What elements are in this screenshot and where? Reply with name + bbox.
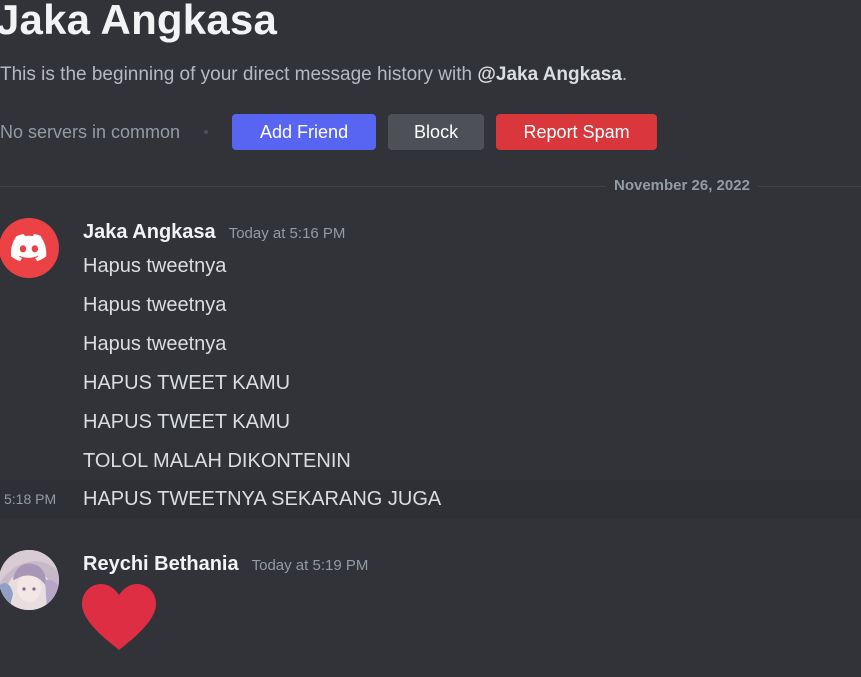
heart-icon[interactable]	[82, 584, 156, 650]
avatar[interactable]	[0, 550, 59, 610]
mutual-servers-text[interactable]: No servers in common	[0, 122, 180, 143]
date-divider-label: November 26, 2022	[606, 176, 758, 196]
message-header: Jaka Angkasa Today at 5:16 PM	[83, 221, 345, 244]
channel-title: Jaka Angkasa	[0, 0, 278, 43]
add-friend-button[interactable]: Add Friend	[232, 114, 377, 150]
message-text: Hapus tweetnya	[83, 333, 227, 355]
description-prefix: This is the beginning of your direct mes…	[0, 64, 478, 85]
message-text: HAPUS TWEETNYA SEKARANG JUGA	[83, 488, 442, 510]
message-text: HAPUS TWEET KAMU	[83, 411, 291, 433]
message-side-timestamp[interactable]: 5:18 PM	[4, 489, 56, 509]
separator-dot	[204, 130, 209, 134]
message-text: Hapus tweetnya	[83, 294, 227, 316]
message-timestamp[interactable]: Today at 5:16 PM	[229, 225, 346, 242]
anime-avatar-icon	[0, 550, 59, 610]
message-text: TOLOL MALAH DIKONTENIN	[83, 450, 351, 472]
discord-logo-icon	[11, 234, 47, 262]
block-button[interactable]: Block	[388, 114, 485, 150]
username[interactable]: Reychi Bethania	[83, 553, 239, 576]
profile-actions: No servers in common Add Friend Block Re…	[0, 114, 669, 150]
report-spam-button[interactable]: Report Spam	[496, 114, 658, 150]
message-header: Reychi Bethania Today at 5:19 PM	[83, 553, 368, 576]
description-suffix: .	[621, 64, 628, 85]
message-timestamp[interactable]: Today at 5:19 PM	[252, 557, 369, 574]
message-text: Hapus tweetnya	[83, 255, 227, 277]
dm-channel: Jaka Angkasa This is the beginning of yo…	[0, 0, 861, 677]
message-text: HAPUS TWEET KAMU	[83, 372, 291, 394]
channel-description: This is the beginning of your direct mes…	[0, 62, 627, 88]
user-mention[interactable]: @Jaka Angkasa	[477, 64, 622, 85]
username[interactable]: Jaka Angkasa	[83, 221, 216, 244]
avatar[interactable]	[0, 218, 59, 278]
